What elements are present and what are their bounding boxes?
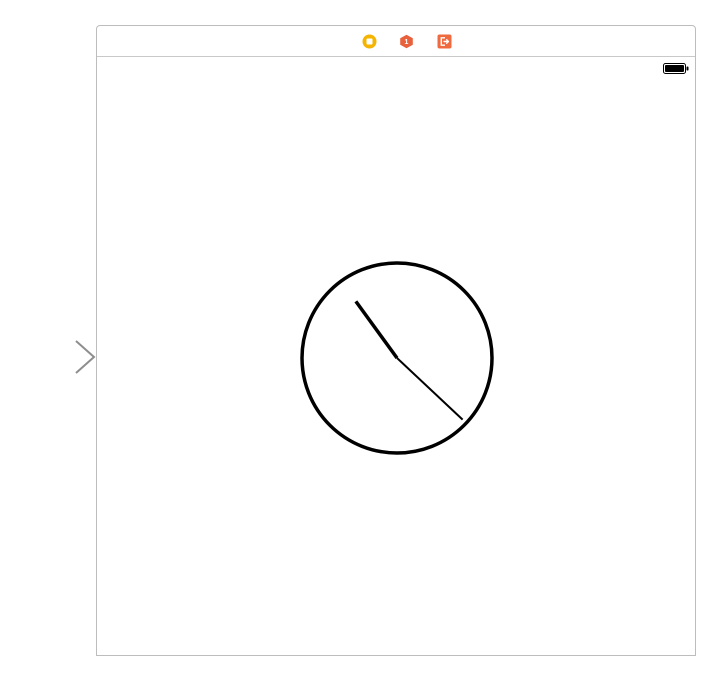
- initial-scene-arrow[interactable]: [0, 339, 100, 375]
- battery-level-fill: [665, 65, 684, 72]
- storyboard-canvas: 1: [0, 0, 725, 691]
- battery-icon: [663, 63, 689, 74]
- hour-hand: [354, 300, 399, 360]
- exit-icon[interactable]: [437, 34, 452, 49]
- minute-hand: [396, 357, 464, 421]
- clock-view: [300, 261, 494, 455]
- view-controller-icon[interactable]: [362, 34, 377, 49]
- first-responder-icon[interactable]: 1: [399, 34, 414, 49]
- scene-dock: 1: [97, 26, 695, 57]
- svg-text:1: 1: [405, 39, 409, 46]
- view-controller-scene[interactable]: 1: [96, 25, 696, 656]
